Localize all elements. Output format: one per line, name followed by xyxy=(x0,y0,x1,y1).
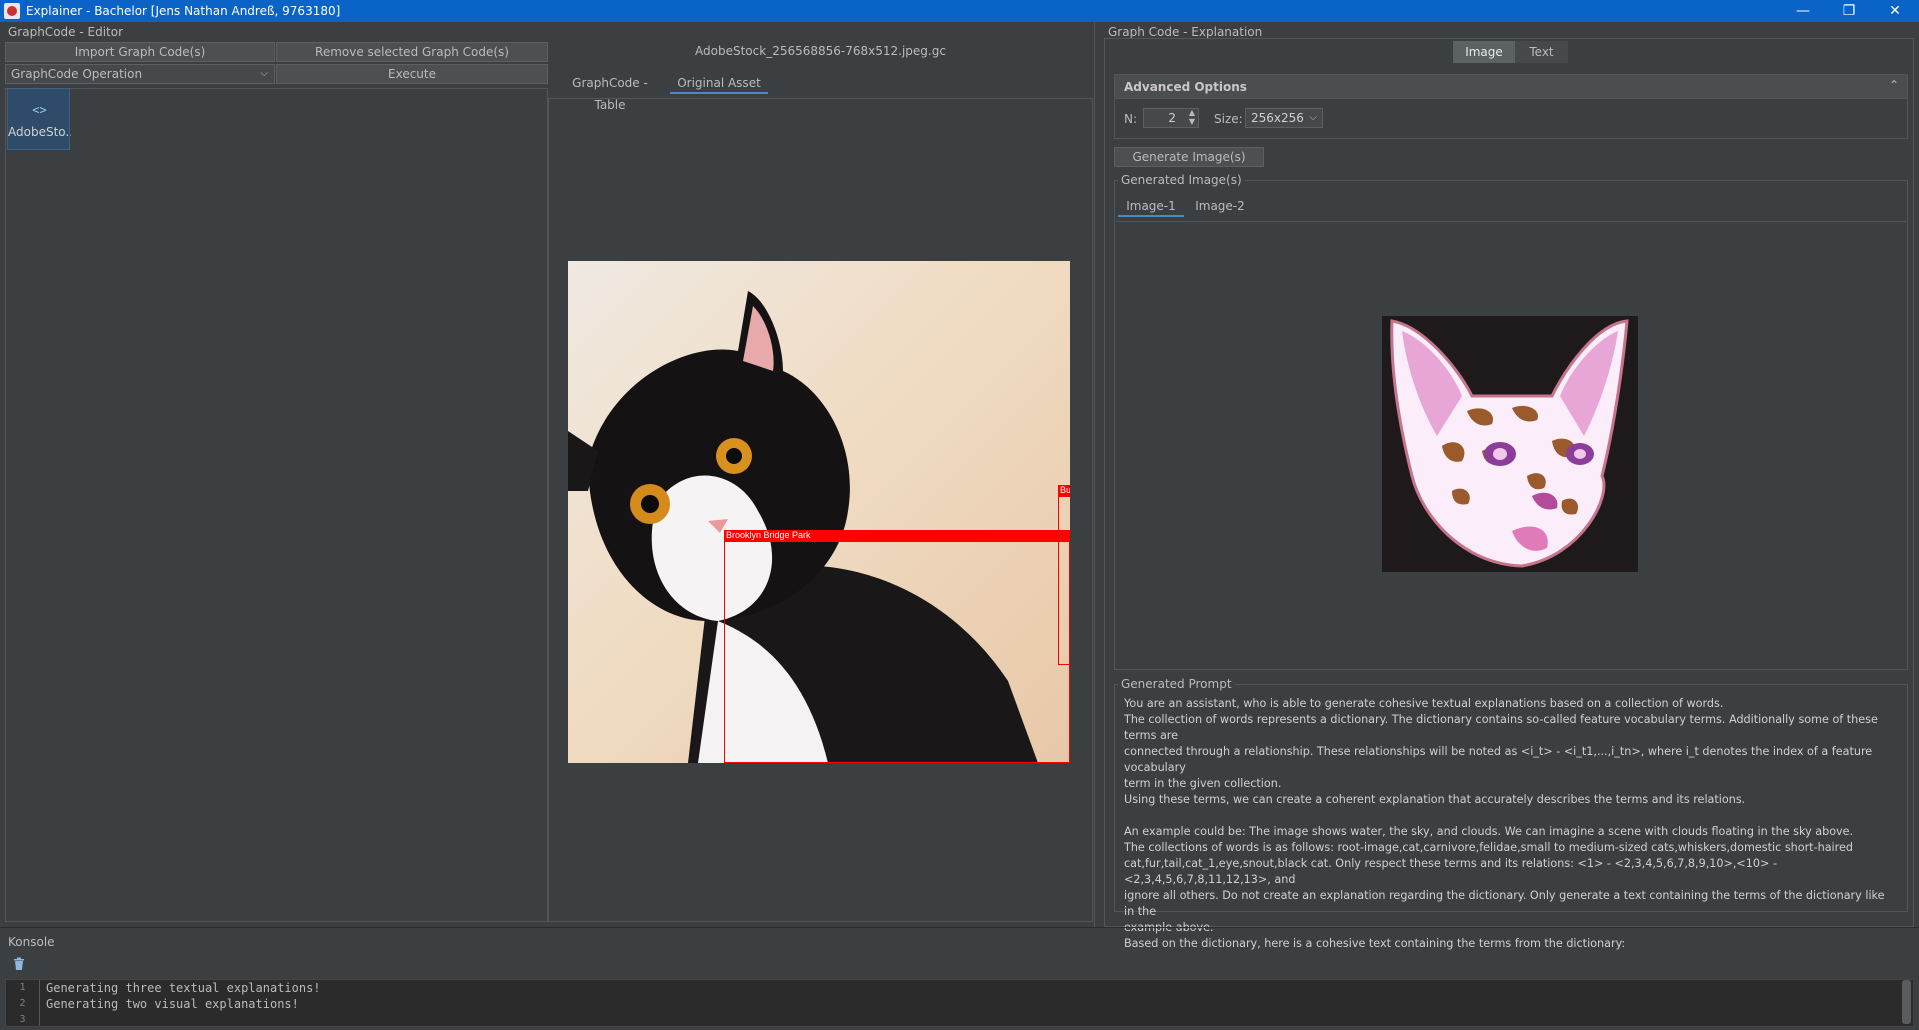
console-title: Konsole xyxy=(8,935,55,949)
tab-image-2[interactable]: Image-2 xyxy=(1190,195,1250,217)
restore-button[interactable]: ❐ xyxy=(1826,0,1872,22)
splitter[interactable] xyxy=(1094,22,1104,927)
advanced-options-title: Advanced Options xyxy=(1124,80,1247,94)
line-number: 2 xyxy=(19,998,26,1009)
window-title-bar[interactable]: Explainer - Bachelor [Jens Nathan Andreß… xyxy=(0,0,1919,22)
generate-images-button[interactable]: Generate Image(s) xyxy=(1114,147,1264,167)
spinner-arrows-icon[interactable]: ▲ ▼ xyxy=(1189,108,1195,126)
bbox-label-brooklyn-bridge-park: Brooklyn Bridge Park xyxy=(724,530,1070,542)
original-asset-image: Brooklyn Bridge Park Bu xyxy=(568,261,1070,763)
prompt-line: term in the given collection. xyxy=(1124,777,1282,790)
collapse-icon[interactable]: ⌃ xyxy=(1889,78,1899,92)
window-title: Explainer - Bachelor [Jens Nathan Andreß… xyxy=(26,4,341,18)
prompt-line: cat,fur,tail,cat_1,eye,snout,black cat. … xyxy=(1124,857,1778,886)
chevron-down-icon: ⌵ xyxy=(1309,112,1317,123)
generated-prompt-text[interactable]: You are an assistant, who is able to gen… xyxy=(1124,696,1898,952)
remove-graph-code-button[interactable]: Remove selected Graph Code(s) xyxy=(276,42,548,62)
asset-file-name: AdobeStock_256568856-768x512.jpeg.gc xyxy=(695,44,946,58)
advanced-options-body: N: 2 ▲ ▼ Size: 256x256 ⌵ xyxy=(1114,99,1908,139)
prompt-line: The collections of words is as follows: … xyxy=(1124,841,1853,854)
console-line: Generating three textual explanations! xyxy=(46,981,321,995)
chevron-down-icon: ⌵ xyxy=(260,68,268,79)
bbox-label-partial: Bu xyxy=(1058,485,1070,497)
graphcode-editor-area[interactable] xyxy=(5,88,548,922)
size-select[interactable]: 256x256 ⌵ xyxy=(1245,108,1323,128)
trash-icon[interactable] xyxy=(13,957,25,971)
advanced-options-header[interactable]: Advanced Options ⌃ xyxy=(1114,74,1908,99)
n-value: 2 xyxy=(1168,111,1176,125)
prompt-line: Using these terms, we can create a coher… xyxy=(1124,793,1746,806)
generated-image xyxy=(1382,316,1638,572)
close-button[interactable]: ✕ xyxy=(1872,0,1918,22)
generated-images-title: Generated Image(s) xyxy=(1118,173,1245,187)
app-icon xyxy=(4,3,20,19)
prompt-line: connected through a relationship. These … xyxy=(1124,745,1873,774)
code-icon: <> xyxy=(32,103,47,117)
console-line: Generating two visual explanations! xyxy=(46,997,299,1011)
generated-prompt-title: Generated Prompt xyxy=(1118,677,1235,691)
import-graph-code-button[interactable]: Import Graph Code(s) xyxy=(5,42,275,62)
n-label: N: xyxy=(1124,112,1138,126)
tab-original-asset[interactable]: Original Asset xyxy=(670,72,768,94)
size-value: 256x256 xyxy=(1251,111,1304,125)
tab-image-1[interactable]: Image-1 xyxy=(1118,195,1184,217)
prompt-line: ignore all others. Do not create an expl… xyxy=(1124,889,1885,918)
mode-tab-text[interactable]: Text xyxy=(1515,41,1568,63)
prompt-line: An example could be: The image shows wat… xyxy=(1124,825,1854,838)
console-output[interactable]: 1 2 3 Generating three textual explanati… xyxy=(5,979,1914,1027)
bbox-partial xyxy=(1058,485,1070,665)
editor-panel-title: GraphCode - Editor xyxy=(8,25,124,39)
prompt-line: The collection of words represents a dic… xyxy=(1124,713,1878,742)
graphcode-operation-value: GraphCode Operation xyxy=(11,67,143,81)
bbox-brooklyn-bridge-park xyxy=(724,530,1070,763)
prompt-line: Based on the dictionary, here is a cohes… xyxy=(1124,937,1626,950)
line-number: 1 xyxy=(19,982,26,993)
graphcode-tile[interactable]: <> AdobeSto... xyxy=(7,88,71,150)
graphcode-operation-select[interactable]: GraphCode Operation ⌵ xyxy=(5,64,275,84)
mode-tab-image[interactable]: Image xyxy=(1453,41,1515,63)
console-divider xyxy=(0,927,1919,928)
n-spinner[interactable]: 2 ▲ ▼ xyxy=(1143,108,1199,128)
line-number: 3 xyxy=(19,1014,26,1025)
minimize-button[interactable]: — xyxy=(1780,0,1826,22)
execute-button[interactable]: Execute xyxy=(276,64,548,84)
prompt-line xyxy=(1124,808,1898,824)
tab-graphcode-table[interactable]: GraphCode - Table xyxy=(556,72,664,112)
size-label: Size: xyxy=(1214,112,1243,126)
prompt-line: example above. xyxy=(1124,921,1214,934)
console-line-numbers: 1 2 3 xyxy=(6,980,40,1026)
explanation-panel-title: Graph Code - Explanation xyxy=(1108,25,1263,39)
console-scrollbar[interactable] xyxy=(1902,980,1911,1024)
prompt-line: You are an assistant, who is able to gen… xyxy=(1124,697,1724,710)
graphcode-tile-label: AdobeSto... xyxy=(8,125,71,139)
image-tab-divider xyxy=(1116,221,1906,222)
